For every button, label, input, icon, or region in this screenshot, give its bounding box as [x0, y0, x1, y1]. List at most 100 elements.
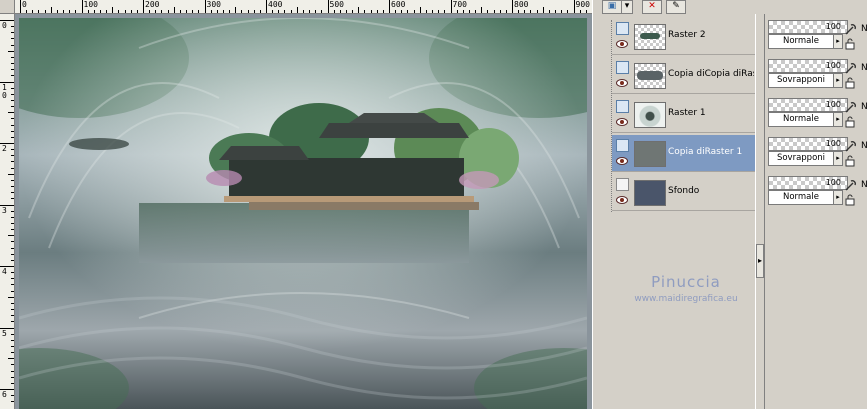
ruler-minor-tick [11, 149, 14, 151]
ruler-minor-tick [8, 235, 14, 237]
ruler-minor-tick [11, 75, 14, 77]
opacity-slider[interactable]: 100 [768, 137, 848, 151]
eye-icon[interactable] [616, 118, 628, 126]
ruler-minor-tick [11, 155, 14, 157]
panel-splitter[interactable] [592, 0, 602, 409]
ruler-minor-tick [259, 10, 261, 13]
canvas-artwork [19, 18, 587, 409]
ruler-minor-tick [11, 247, 14, 249]
lock-transparency-icon[interactable] [844, 194, 856, 206]
raster-layer-icon [616, 100, 629, 113]
eye-icon[interactable] [616, 196, 628, 204]
eye-icon[interactable] [616, 157, 628, 165]
new-layer-button[interactable]: ▣ [602, 0, 622, 14]
eye-icon[interactable] [616, 79, 628, 87]
property-n-label: N [861, 180, 867, 190]
opacity-slider[interactable]: 100 [768, 20, 848, 34]
ruler-tick [0, 81, 14, 83]
ruler-tick [266, 0, 267, 13]
ruler-minor-tick [8, 112, 14, 114]
ruler-minor-tick [11, 186, 14, 188]
chevron-right-icon: ▸ [836, 154, 840, 162]
layer-row-sfondo[interactable]: Sfondo [612, 174, 755, 211]
layer-row-copia-diraster-1[interactable]: Copia diRaster 1 [612, 135, 755, 172]
ruler-tick [0, 20, 14, 21]
ruler-minor-tick [11, 161, 14, 163]
ruler-minor-tick [253, 10, 255, 13]
ruler-minor-tick [505, 10, 507, 13]
layer-properties-row: 100 Normale ▸ N [766, 96, 867, 132]
layer-row-copia-dicopia-diraster[interactable]: Copia diCopia diRast [612, 57, 755, 94]
layer-properties-row: 100 Normale ▸ N [766, 18, 867, 54]
opacity-slider[interactable]: 100 [768, 176, 848, 190]
ruler-minor-tick [11, 118, 14, 120]
ruler-minor-tick [493, 10, 495, 13]
layer-row-raster-2[interactable]: Raster 2 [612, 18, 755, 55]
blend-dropdown-arrow[interactable]: ▸ [833, 73, 843, 88]
ruler-minor-tick [499, 10, 501, 13]
ruler-minor-tick [11, 26, 14, 28]
ruler-tick-label: 300 [206, 0, 221, 9]
lock-transparency-icon[interactable] [844, 77, 856, 89]
blend-mode-select[interactable]: Sovrapponi [768, 73, 834, 88]
ruler-minor-tick [11, 321, 14, 323]
blend-dropdown-arrow[interactable]: ▸ [833, 190, 843, 205]
new-layer-dropdown-arrow[interactable]: ▾ [621, 0, 633, 14]
image-canvas[interactable] [19, 18, 587, 409]
ruler-minor-tick [210, 10, 212, 13]
layer-tool-button[interactable]: ✎ [666, 0, 686, 14]
lock-transparency-icon[interactable] [844, 155, 856, 167]
ruler-tick [573, 0, 575, 13]
ruler-minor-tick [247, 10, 249, 13]
ruler-minor-tick [11, 284, 14, 286]
link-icon[interactable] [844, 22, 858, 36]
layer-panel-splitter[interactable] [755, 14, 765, 409]
blend-dropdown-arrow[interactable]: ▸ [833, 112, 843, 127]
ruler-minor-tick [186, 10, 188, 13]
blend-dropdown-arrow[interactable]: ▸ [833, 34, 843, 49]
opacity-slider[interactable]: 100 [768, 59, 848, 73]
ruler-minor-tick [585, 10, 587, 13]
ruler-minor-tick [278, 10, 280, 13]
eye-icon[interactable] [616, 40, 628, 48]
blend-mode-select[interactable]: Normale [768, 190, 834, 205]
link-icon[interactable] [844, 100, 858, 114]
ruler-tick [143, 0, 144, 13]
layer-thumbnail [634, 141, 666, 167]
ruler-minor-tick [481, 7, 483, 13]
ruler-minor-tick [56, 10, 58, 13]
ruler-minor-tick [11, 290, 14, 292]
ruler-tick [389, 0, 390, 13]
link-icon[interactable] [844, 139, 858, 153]
ruler-minor-tick [167, 10, 169, 13]
ruler-minor-tick [290, 10, 292, 13]
ruler-minor-tick [11, 222, 14, 224]
layer-row-raster-1[interactable]: Raster 1 [612, 96, 755, 133]
ruler-minor-tick [11, 370, 14, 372]
blend-mode-select[interactable]: Sovrapponi [768, 151, 834, 166]
ruler-minor-tick [75, 10, 77, 13]
ruler-tick-label: 700 [452, 0, 467, 9]
property-n-label: N [861, 24, 867, 34]
layer-tool-icon: ✎ [672, 1, 680, 11]
blend-mode-select[interactable]: Normale [768, 112, 834, 127]
link-icon[interactable] [844, 178, 858, 192]
opacity-slider[interactable]: 100 [768, 98, 848, 112]
link-icon[interactable] [844, 61, 858, 75]
lock-transparency-icon[interactable] [844, 38, 856, 50]
layer-name: Copia diRaster 1 [668, 147, 743, 157]
ruler-tick [0, 266, 14, 267]
ruler-tick-label: 3 [2, 205, 7, 215]
delete-layer-button[interactable]: ✕ [642, 0, 662, 14]
ruler-minor-tick [198, 10, 200, 13]
layer-thumbnail [634, 24, 666, 50]
blend-mode-select[interactable]: Normale [768, 34, 834, 49]
ruler-corner [0, 0, 15, 14]
ruler-minor-tick [395, 10, 397, 13]
ruler-minor-tick [50, 7, 52, 13]
ruler-tick-label: 0 [22, 0, 27, 9]
lock-transparency-icon[interactable] [844, 116, 856, 128]
ruler-tick [81, 0, 83, 13]
blend-dropdown-arrow[interactable]: ▸ [833, 151, 843, 166]
ruler-minor-tick [425, 10, 427, 13]
